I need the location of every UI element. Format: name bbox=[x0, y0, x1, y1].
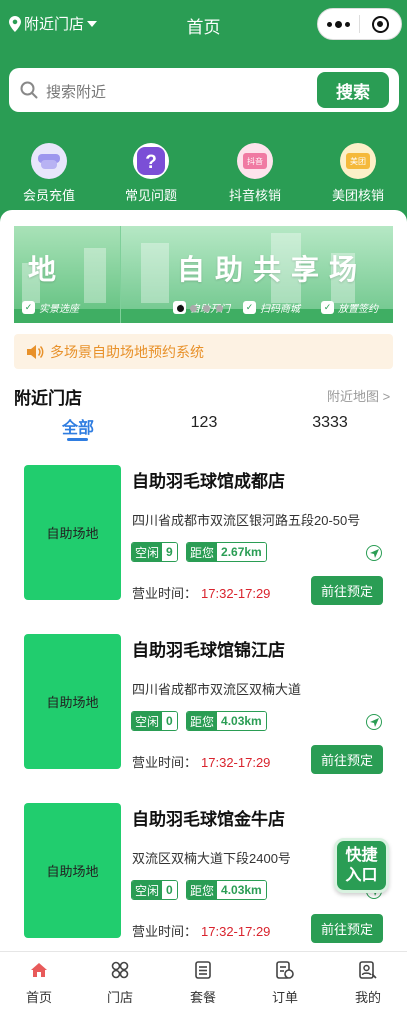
tabbar-item-package[interactable]: 套餐 bbox=[173, 960, 233, 1006]
pagination-dot bbox=[190, 305, 197, 312]
banner-feature: ✓ 实景选座 bbox=[22, 300, 79, 315]
tabbar-label: 首页 bbox=[25, 990, 52, 1005]
meituan-icon: 美团 bbox=[340, 143, 376, 179]
idle-badge: 空闲 0 bbox=[131, 880, 178, 900]
store-name: 自助羽毛球馆锦江店 bbox=[132, 641, 285, 660]
tabbar-item-home[interactable]: 首页 bbox=[9, 960, 69, 1006]
banner-feature: ✓ 放置签约 bbox=[321, 300, 378, 315]
navigate-icon[interactable] bbox=[366, 545, 382, 561]
store-thumbnail: 自助场地 bbox=[24, 465, 121, 600]
top-nav: 附近门店 首页 bbox=[0, 0, 407, 48]
banner-pagination bbox=[177, 305, 223, 312]
pagination-dot bbox=[216, 305, 223, 312]
question-icon: ? bbox=[133, 143, 169, 179]
notice-text: 多场景自助场地预约系统 bbox=[50, 343, 204, 360]
nearby-map-link[interactable]: 附近地图 > bbox=[327, 386, 390, 405]
distance-badge: 距您 4.03km bbox=[186, 711, 267, 731]
navigate-icon[interactable] bbox=[366, 714, 382, 730]
search-bar: 搜索附近 搜索 bbox=[9, 68, 399, 112]
search-icon bbox=[20, 81, 38, 99]
miniprogram-capsule bbox=[317, 8, 402, 40]
tabbar-item-order[interactable]: 订单 bbox=[255, 960, 315, 1006]
distance-badge: 距您 2.67km bbox=[186, 542, 267, 562]
business-hours: 营业时间： 17:32-17:29 bbox=[132, 924, 271, 939]
store-thumbnail: 自助场地 bbox=[24, 634, 121, 769]
store-card[interactable]: 自助场地 自助羽毛球馆锦江店 四川省成都市双流区双楠大道 空闲 0 距您 4.03k… bbox=[14, 634, 393, 784]
store-thumbnail: 自助场地 bbox=[24, 803, 121, 938]
tabbar-label: 套餐 bbox=[189, 990, 216, 1005]
home-icon bbox=[29, 960, 49, 980]
building-shape bbox=[141, 243, 169, 303]
quick-action-recharge[interactable]: 会员充值 bbox=[9, 143, 89, 204]
idle-badge: 空闲 0 bbox=[131, 711, 178, 731]
tab-3333[interactable]: 3333 bbox=[304, 414, 356, 432]
douyin-icon: 抖音 bbox=[237, 143, 273, 179]
building-shape bbox=[84, 248, 106, 303]
section-title: 附近门店 bbox=[14, 389, 82, 408]
tabbar-item-profile[interactable]: 我的 bbox=[338, 960, 398, 1006]
meituan-badge: 美团 bbox=[346, 153, 370, 169]
tabbar-item-store[interactable]: 门店 bbox=[90, 960, 150, 1006]
book-button[interactable]: 前往预定 bbox=[311, 576, 383, 605]
quick-action-label: 会员充值 bbox=[22, 188, 75, 203]
book-button[interactable]: 前往预定 bbox=[311, 745, 383, 774]
quick-action-label: 美团核销 bbox=[331, 188, 384, 203]
store-card[interactable]: 自助场地 自助羽毛球馆成都店 四川省成都市双流区银河路五段20-50号 空闲 9 … bbox=[14, 465, 393, 615]
quick-entry-line2: 入口 bbox=[345, 867, 378, 884]
order-icon bbox=[275, 960, 295, 980]
banner-main-text: 自助共享场 bbox=[177, 254, 368, 285]
quick-action-label: 常见问题 bbox=[124, 188, 177, 203]
idle-badge: 空闲 9 bbox=[131, 542, 178, 562]
tabbar-label: 我的 bbox=[354, 990, 381, 1005]
quick-action-douyin[interactable]: 抖音 抖音核销 bbox=[215, 143, 295, 204]
svg-text:?: ? bbox=[145, 152, 157, 173]
pagination-dot-active bbox=[177, 305, 184, 312]
speaker-icon bbox=[27, 344, 44, 359]
card-icon bbox=[31, 143, 67, 179]
quick-action-label: 抖音核销 bbox=[228, 188, 281, 203]
quick-entry-line1: 快捷 bbox=[345, 847, 378, 864]
distance-badge: 距您 4.03km bbox=[186, 880, 267, 900]
store-address: 四川省成都市双流区银河路五段20-50号 bbox=[132, 513, 361, 528]
quick-action-faq[interactable]: ? 常见问题 bbox=[111, 143, 191, 204]
tab-all[interactable]: 全部 bbox=[52, 414, 104, 438]
tab-123[interactable]: 123 bbox=[178, 414, 230, 432]
store-address: 四川省成都市双流区双楠大道 bbox=[132, 682, 302, 697]
banner-slide-main: 自助共享场 ✓自助开门 ✓扫码商城 ✓放置签约 bbox=[121, 226, 393, 323]
book-button[interactable]: 前往预定 bbox=[311, 914, 383, 943]
store-name: 自助羽毛球馆成都店 bbox=[132, 472, 285, 491]
close-miniprogram-icon[interactable] bbox=[360, 15, 401, 33]
more-menu-icon[interactable] bbox=[318, 20, 359, 28]
tabbar-label: 订单 bbox=[271, 990, 298, 1005]
store-icon bbox=[110, 960, 130, 980]
package-icon bbox=[193, 960, 213, 980]
quick-entry-button[interactable]: 快捷 入口 bbox=[334, 838, 389, 893]
pagination-dot bbox=[203, 305, 210, 312]
search-input[interactable]: 搜索附近 bbox=[46, 81, 106, 102]
search-button[interactable]: 搜索 bbox=[317, 72, 389, 108]
banner-feature: ✓ 扫码商城 bbox=[243, 300, 300, 315]
business-hours: 营业时间： 17:32-17:29 bbox=[132, 586, 271, 601]
bottom-tab-bar: 首页 门店 套餐 订单 我的 bbox=[0, 951, 407, 1009]
business-hours: 营业时间： 17:32-17:29 bbox=[132, 755, 271, 770]
profile-icon bbox=[358, 960, 378, 980]
douyin-badge: 抖音 bbox=[243, 153, 267, 169]
tab-active-indicator bbox=[67, 438, 88, 441]
notice-bar[interactable]: 多场景自助场地预约系统 bbox=[14, 334, 393, 369]
banner-slide-prev: 地 ✓ 实景选座 bbox=[14, 226, 120, 323]
store-name: 自助羽毛球馆金牛店 bbox=[132, 810, 285, 829]
tabbar-label: 门店 bbox=[106, 990, 133, 1005]
quick-action-meituan[interactable]: 美团 美团核销 bbox=[318, 143, 398, 204]
banner-left-text: 地 bbox=[28, 254, 67, 285]
store-address: 双流区双楠大道下段2400号 bbox=[132, 851, 291, 866]
